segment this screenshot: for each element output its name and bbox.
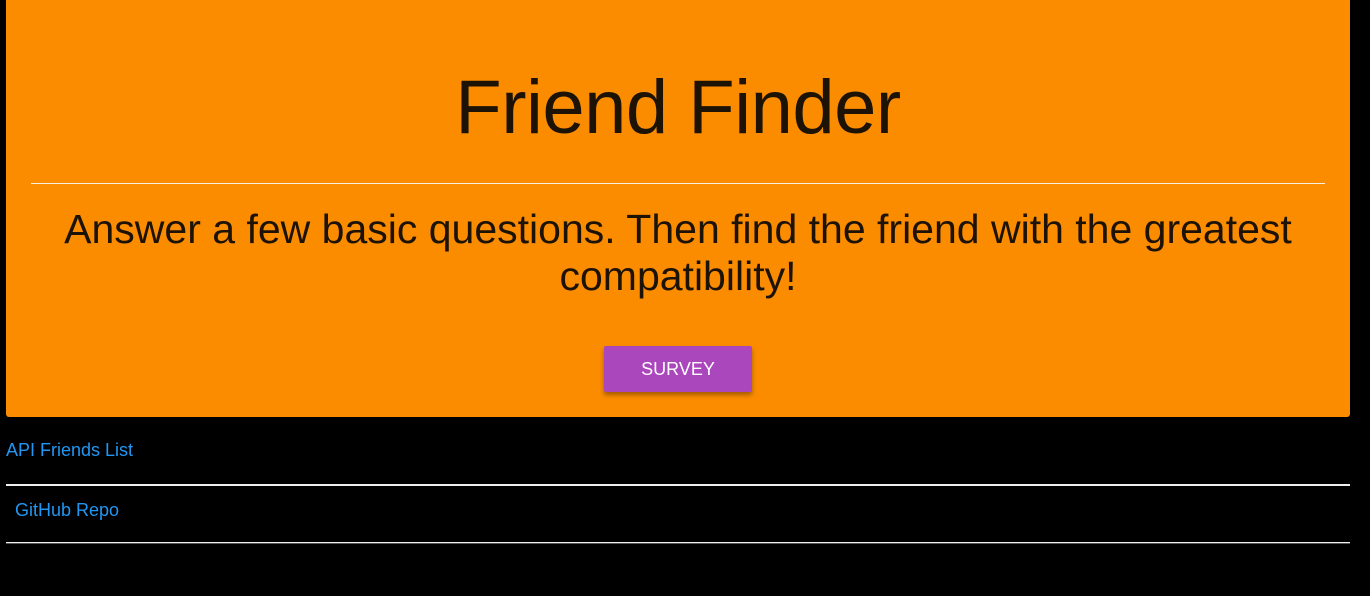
title-divider [31, 183, 1325, 184]
lead-text: Answer a few basic questions. Then find … [64, 206, 1292, 299]
survey-button[interactable]: SURVEY [604, 346, 752, 392]
github-repo-link[interactable]: GitHub Repo [15, 499, 119, 521]
jumbotron: Friend Finder Answer a few basic questio… [6, 0, 1350, 417]
api-friends-list-link[interactable]: API Friends List [6, 439, 133, 461]
footer-divider-2 [6, 542, 1350, 544]
page-title: Friend Finder [455, 65, 901, 150]
footer-divider-1 [6, 484, 1350, 486]
